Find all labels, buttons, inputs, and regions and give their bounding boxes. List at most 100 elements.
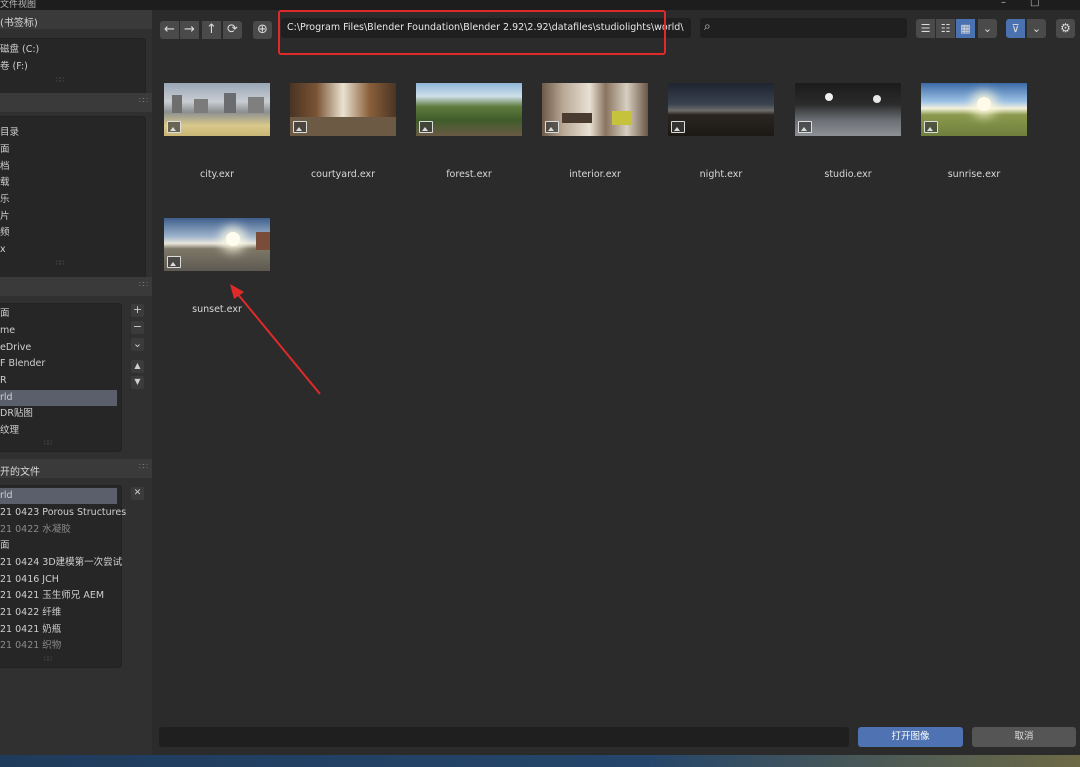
bookmark-menu-button[interactable]: ⌄ [131,338,144,351]
path-highlight-annotation [278,10,666,55]
system-item[interactable]: x [0,242,6,258]
system-list: 目录 面 档 载 乐 片 频 x ∷∷ [0,116,146,280]
add-bookmark-button[interactable]: + [131,304,144,317]
clear-recent-button[interactable]: ✕ [131,487,144,500]
system-panel-header[interactable]: ∷∷ [0,93,152,112]
file-name-label[interactable]: sunset.exr [154,304,280,315]
parent-directory-button[interactable]: ↑ [202,21,221,39]
image-icon [671,121,685,133]
drag-handle-icon[interactable]: ∷∷ [139,280,148,289]
back-button[interactable]: ← [160,21,179,39]
bookmark-item[interactable]: eDrive [0,340,117,356]
file-name-label[interactable]: city.exr [154,169,280,180]
bookmarks-panel-header[interactable]: ∷∷ [0,277,152,296]
maximize-icon[interactable]: □ [1030,0,1039,8]
filter-dropdown[interactable]: ⌄ [1027,19,1046,38]
refresh-button[interactable]: ⟳ [223,21,242,39]
system-item[interactable]: 片 [0,209,10,225]
thumbnail-interior[interactable] [542,83,648,136]
window-title: 文件视图 [0,0,37,10]
resize-grip-icon[interactable]: ∷∷ [44,655,52,663]
drag-handle-icon[interactable]: ∷∷ [139,96,148,105]
thumbnail-view-button[interactable]: ▦ [956,19,975,38]
resize-grip-icon[interactable]: ∷∷ [56,259,64,267]
bookmark-item[interactable]: R [0,373,117,389]
bookmarks-list: 面 me eDrive F Blender R rld DR贴图 纹理 ∷∷ [0,303,122,452]
thumbnail-studio[interactable] [795,83,901,136]
volumes-header-label: (书签标) [0,18,38,29]
thumbnail-courtyard[interactable] [290,83,396,136]
display-mode-dropdown[interactable]: ⌄ [978,19,997,38]
taskbar [0,755,1080,767]
system-item[interactable]: 目录 [0,125,19,141]
system-item[interactable]: 档 [0,159,10,175]
volume-item-c[interactable]: 磁盘 (C:) [0,42,39,58]
cancel-button[interactable]: 取消 [972,727,1076,747]
bookmark-item-selected[interactable]: rld [0,390,117,406]
thumbnail-city[interactable] [164,83,270,136]
thumbnail-forest[interactable] [416,83,522,136]
file-action-bar: 打开图像 取消 [152,719,1080,755]
resize-grip-icon[interactable]: ∷∷ [44,439,52,447]
file-name-label[interactable]: studio.exr [785,169,911,180]
recent-item[interactable]: 21 0416 JCH [0,572,117,588]
new-folder-button[interactable]: ⊕ [253,21,272,39]
move-up-button[interactable]: ▲ [131,360,144,373]
file-name-label[interactable]: forest.exr [406,169,532,180]
image-icon [167,256,181,268]
recent-item[interactable]: 面 [0,538,117,554]
recent-item[interactable]: 21 0421 奶瓶 [0,622,117,638]
settings-gear-icon[interactable]: ⚙ [1056,19,1075,38]
list-view-button[interactable]: ☰ [916,19,935,38]
resize-grip-icon[interactable]: ∷∷ [56,76,64,84]
thumbnail-sunset[interactable] [164,218,270,271]
system-item[interactable]: 面 [0,142,10,158]
image-icon [419,121,433,133]
bookmark-item[interactable]: 纹理 [0,423,117,439]
recent-item[interactable]: 21 0422 水凝胶 [0,522,117,538]
system-item[interactable]: 载 [0,175,10,191]
image-icon [167,121,181,133]
bookmark-item[interactable]: DR贴图 [0,406,117,422]
search-input[interactable]: ⌕ [700,18,907,38]
bookmark-item[interactable]: 面 [0,306,117,322]
open-image-button[interactable]: 打开图像 [858,727,963,747]
recent-item[interactable]: 21 0423 Porous Structures [0,505,126,521]
detail-view-button[interactable]: ☷ [936,19,955,38]
system-item[interactable]: 频 [0,225,10,241]
annotation-arrow-icon [230,284,321,395]
file-name-label[interactable]: night.exr [658,169,784,180]
recent-list: rld 21 0423 Porous Structures 21 0422 水凝… [0,485,126,668]
volumes-panel-header[interactable]: (书签标) [0,10,152,29]
forward-button[interactable]: → [180,21,199,39]
recent-item[interactable]: 21 0422 纤维 [0,605,117,621]
minimize-icon[interactable]: – [1001,0,1006,8]
recent-item-selected[interactable]: rld [0,488,117,504]
file-name-label[interactable]: courtyard.exr [280,169,406,180]
search-icon: ⌕ [704,19,711,33]
file-name-label[interactable]: interior.exr [532,169,658,180]
volume-item-f[interactable]: 卷 (F:) [0,59,28,75]
volumes-list: 磁盘 (C:) 卷 (F:) ∷∷ [0,38,146,97]
file-name-label[interactable]: sunrise.exr [911,169,1037,180]
remove-bookmark-button[interactable]: − [131,321,144,334]
recent-item[interactable]: 21 0421 玉生师兄 AEM [0,588,117,604]
bookmark-item[interactable]: me [0,323,117,339]
recent-panel-header[interactable]: 开的文件 ∷∷ [0,459,152,478]
thumbnail-sunrise[interactable] [921,83,1027,136]
recent-item[interactable]: 21 0424 3D建模第一次尝试 [0,555,122,571]
image-icon [545,121,559,133]
system-item[interactable]: 乐 [0,192,10,208]
filter-button[interactable]: ⊽ [1006,19,1025,38]
image-icon [293,121,307,133]
image-icon [798,121,812,133]
filename-input[interactable] [159,727,849,747]
recent-header-label: 开的文件 [0,467,40,478]
bookmark-item[interactable]: F Blender [0,356,117,372]
drag-handle-icon[interactable]: ∷∷ [139,462,148,471]
recent-item[interactable]: 21 0421 织物 [0,638,117,654]
thumbnail-night[interactable] [668,83,774,136]
title-bar: 文件视图 – □ [0,0,1080,10]
move-down-button[interactable]: ▼ [131,376,144,389]
sidebar: (书签标) 磁盘 (C:) 卷 (F:) ∷∷ ∷∷ 目录 面 档 载 乐 片 … [0,10,152,755]
